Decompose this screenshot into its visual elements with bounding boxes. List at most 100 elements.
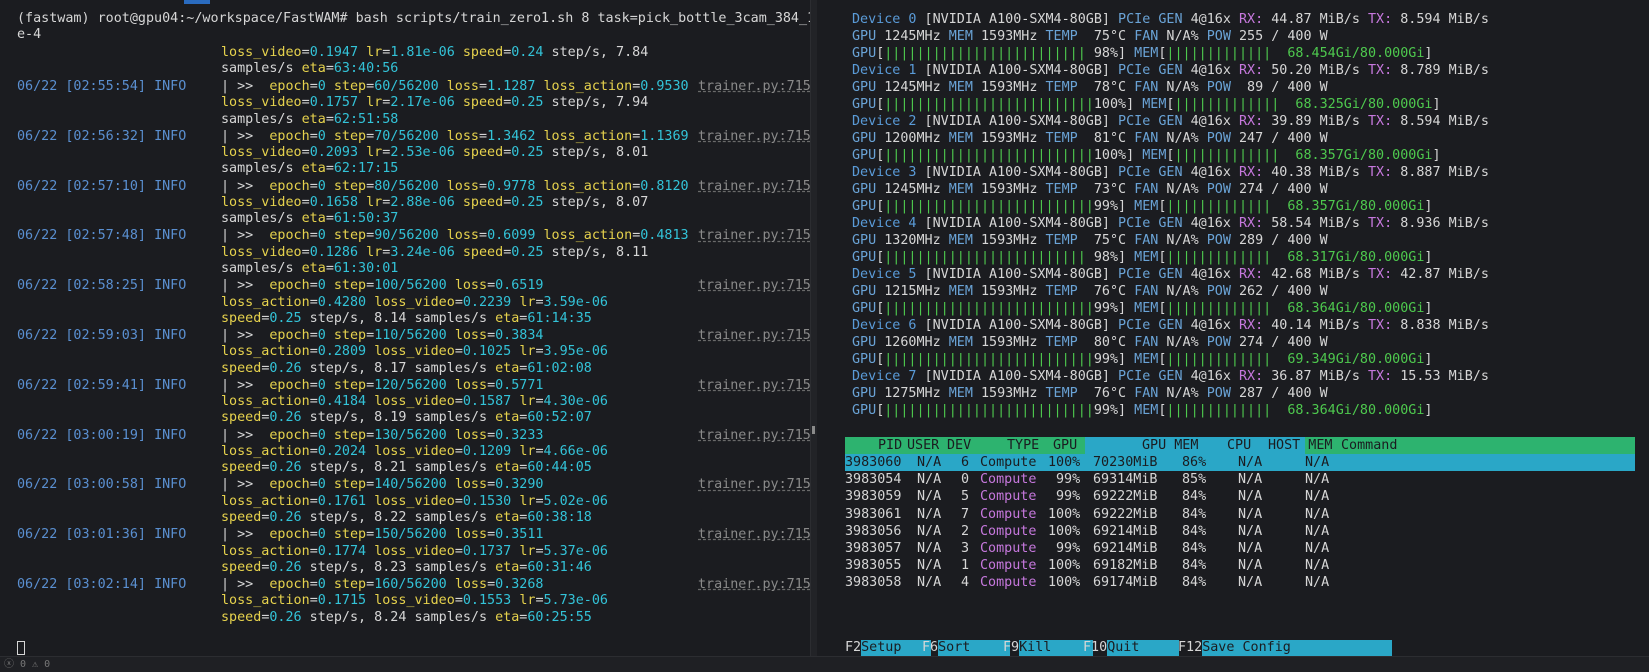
terminal-left-pane[interactable]: (fastwam) root@gpu04:~/workspace/FastWAM…	[0, 0, 810, 656]
log-message: samples/s eta=62:51:58	[221, 111, 399, 127]
log-message: loss_action=0.4280 loss_video=0.2239 lr=…	[221, 294, 608, 310]
device-usage-bars: GPU[||||||||||||||||||||||||||100%] MEM[…	[852, 148, 1441, 163]
source-link[interactable]: trainer.py:715	[698, 327, 810, 344]
log-message: | >> epoch=0 step=130/56200 loss=0.3233	[221, 427, 544, 443]
log-entry-line: 06/22 [03:01:36] INFO	[17, 527, 187, 543]
log-continuation: loss_video=0.1947 lr=1.81e-06 speed=0.24…	[221, 45, 649, 60]
device-header: Device 5 [NVIDIA A100-SXM4-80GB] PCIe GE…	[852, 267, 1489, 282]
log-message: speed=0.26 step/s, 8.23 samples/s eta=60…	[221, 559, 592, 575]
process-row[interactable]: 3983057 N/A 3 Compute 99% 69214MiB 84% N/A N/A	[845, 540, 1635, 557]
terminal-cursor	[17, 641, 25, 655]
device-stats: GPU 1245MHz MEM 1593MHz TEMP 75°C FAN N/…	[852, 29, 1328, 44]
log-entry-line: 06/22 [02:56:32] INFO	[17, 128, 187, 144]
device-header: Device 4 [NVIDIA A100-SXM4-80GB] PCIe GE…	[852, 216, 1489, 231]
source-link[interactable]: trainer.py:715	[698, 277, 810, 294]
device-usage-bars: GPU[||||||||||||||||||||||||||99%] MEM[|…	[852, 403, 1433, 418]
scroll-indicator	[812, 426, 815, 434]
device-header: Device 7 [NVIDIA A100-SXM4-80GB] PCIe GE…	[852, 369, 1489, 384]
log-entry-line: 06/22 [02:59:03] INFO	[17, 328, 187, 343]
fkey-save-config[interactable]: F12Save Config	[1178, 640, 1393, 656]
process-row[interactable]: 3983056 N/A 2 Compute 100% 69214MiB 84% N/A N/A	[845, 523, 1635, 540]
column-header[interactable]: TYPE	[1007, 437, 1039, 454]
fkey-setup[interactable]: F2Setup	[845, 640, 932, 656]
log-message: | >> epoch=0 step=100/56200 loss=0.6519	[221, 278, 544, 294]
column-header[interactable]: DEV	[947, 437, 971, 454]
log-continuation: samples/s eta=63:40:56	[221, 61, 399, 76]
column-header[interactable]: CPU	[1227, 437, 1251, 454]
device-usage-bars: GPU[||||||||||||||||||||||||| 98%] MEM[|…	[852, 46, 1433, 61]
device-stats: GPU 1245MHz MEM 1593MHz TEMP 78°C FAN N/…	[852, 80, 1328, 95]
device-stats: GPU 1245MHz MEM 1593MHz TEMP 73°C FAN N/…	[852, 182, 1328, 197]
fkey-quit[interactable]: F10Quit	[1083, 640, 1180, 656]
column-header[interactable]: GPU	[1053, 437, 1077, 454]
log-message: loss_video=0.1757 lr=2.17e-06 speed=0.25…	[221, 95, 649, 111]
device-header: Device 0 [NVIDIA A100-SXM4-80GB] PCIe GE…	[852, 12, 1489, 27]
log-entry-line: 06/22 [03:02:14] INFO	[17, 577, 187, 592]
problems-status[interactable]: ⓧ 0 ⚠ 0	[4, 659, 50, 670]
source-link[interactable]: trainer.py:715	[698, 227, 810, 244]
shell-prompt: (fastwam) root@gpu04:~/workspace/FastWAM…	[17, 11, 810, 26]
log-message: speed=0.26 step/s, 8.17 samples/s eta=61…	[221, 360, 592, 376]
process-row[interactable]: 3983060 N/A 6 Compute 100% 70230MiB 86% N/A N/A	[845, 454, 1635, 471]
log-entry-line: 06/22 [03:00:19] INFO	[17, 427, 187, 443]
source-link[interactable]: trainer.py:715	[698, 128, 810, 145]
device-header: Device 6 [NVIDIA A100-SXM4-80GB] PCIe GE…	[852, 318, 1489, 333]
process-row[interactable]: 3983061 N/A 7 Compute 100% 69222MiB 84% N/A N/A	[845, 506, 1635, 523]
log-message: | >> epoch=0 step=110/56200 loss=0.3834	[221, 328, 544, 343]
shell-prompt-wrap: e-4	[17, 27, 42, 42]
column-header[interactable]: GPU MEM	[1142, 437, 1198, 454]
device-usage-bars: GPU[||||||||||||||||||||||||||100%] MEM[…	[852, 97, 1441, 112]
log-message: | >> epoch=0 step=150/56200 loss=0.3511	[221, 527, 544, 543]
log-message: | >> epoch=0 step=160/56200 loss=0.3268	[221, 577, 544, 592]
log-message: speed=0.25 step/s, 8.14 samples/s eta=61…	[221, 310, 592, 326]
log-entry-line: 06/22 [02:55:54] INFO	[17, 79, 187, 94]
log-entry-line: 06/22 [02:57:48] INFO	[17, 228, 187, 244]
log-message: | >> epoch=0 step=140/56200 loss=0.3290	[221, 477, 544, 493]
source-link[interactable]: trainer.py:715	[698, 377, 810, 394]
log-entry-line: 06/22 [02:59:41] INFO	[17, 377, 187, 393]
source-link[interactable]: trainer.py:715	[698, 526, 810, 543]
log-message: | >> epoch=0 step=60/56200 loss=1.1287 l…	[221, 79, 689, 94]
device-stats: GPU 1275MHz MEM 1593MHz TEMP 76°C FAN N/…	[852, 386, 1328, 401]
column-header[interactable]: HOST MEM	[1268, 437, 1333, 454]
source-link[interactable]: trainer.py:715	[698, 427, 810, 444]
log-message: samples/s eta=61:50:37	[221, 211, 399, 227]
log-message: samples/s eta=61:30:01	[221, 261, 399, 276]
log-message: speed=0.26 step/s, 8.19 samples/s eta=60…	[221, 410, 592, 426]
device-usage-bars: GPU[||||||||||||||||||||||||| 98%] MEM[|…	[852, 250, 1433, 265]
log-message: loss_action=0.1761 loss_video=0.1530 lr=…	[221, 493, 608, 509]
column-header[interactable]: USER	[907, 437, 939, 454]
column-header[interactable]: Command	[1341, 437, 1397, 454]
log-message: loss_action=0.2024 loss_video=0.1209 lr=…	[221, 443, 608, 459]
device-header: Device 1 [NVIDIA A100-SXM4-80GB] PCIe GE…	[852, 63, 1489, 78]
process-row[interactable]: 3983054 N/A 0 Compute 99% 69314MiB 85% N/A N/A	[845, 471, 1635, 488]
process-row[interactable]: 3983059 N/A 5 Compute 99% 69222MiB 84% N/A N/A	[845, 488, 1635, 505]
scroll-marker	[184, 0, 210, 4]
fkey-sort[interactable]: F6Sort	[922, 640, 1011, 656]
log-entry-line: 06/22 [02:58:25] INFO	[17, 278, 187, 294]
source-link[interactable]: trainer.py:715	[698, 476, 810, 493]
log-entry-line: 06/22 [02:57:10] INFO	[17, 178, 187, 194]
log-message: loss_video=0.2093 lr=2.53e-06 speed=0.25…	[221, 145, 649, 161]
process-row[interactable]: 3983058 N/A 4 Compute 100% 69174MiB 84% N/A N/A	[845, 574, 1635, 591]
device-stats: GPU 1215MHz MEM 1593MHz TEMP 76°C FAN N/…	[852, 284, 1328, 299]
device-stats: GPU 1260MHz MEM 1593MHz TEMP 80°C FAN N/…	[852, 335, 1328, 350]
log-message: | >> epoch=0 step=90/56200 loss=0.6099 l…	[221, 228, 689, 244]
device-header: Device 2 [NVIDIA A100-SXM4-80GB] PCIe GE…	[852, 114, 1489, 129]
column-header[interactable]: PID	[878, 437, 902, 454]
log-message: loss_action=0.4184 loss_video=0.1587 lr=…	[221, 394, 608, 410]
log-message: | >> epoch=0 step=80/56200 loss=0.9778 l…	[221, 178, 689, 194]
device-usage-bars: GPU[||||||||||||||||||||||||||99%] MEM[|…	[852, 352, 1433, 367]
process-row[interactable]: 3983055 N/A 1 Compute 100% 69182MiB 84% N/A N/A	[845, 557, 1635, 574]
source-link[interactable]: trainer.py:715	[698, 576, 810, 593]
log-message: loss_action=0.1774 loss_video=0.1737 lr=…	[221, 543, 608, 559]
fkey-kill[interactable]: F9Kill	[1003, 640, 1094, 656]
log-message: samples/s eta=62:17:15	[221, 161, 399, 177]
log-message: speed=0.26 step/s, 8.24 samples/s eta=60…	[221, 609, 592, 625]
log-message: loss_action=0.1715 loss_video=0.1553 lr=…	[221, 593, 608, 609]
log-message: | >> epoch=0 step=120/56200 loss=0.5771	[221, 377, 544, 393]
device-stats: GPU 1320MHz MEM 1593MHz TEMP 75°C FAN N/…	[852, 233, 1328, 248]
source-link[interactable]: trainer.py:715	[698, 178, 810, 195]
source-link[interactable]: trainer.py:715	[698, 78, 810, 95]
device-stats: GPU 1200MHz MEM 1593MHz TEMP 81°C FAN N/…	[852, 131, 1328, 146]
